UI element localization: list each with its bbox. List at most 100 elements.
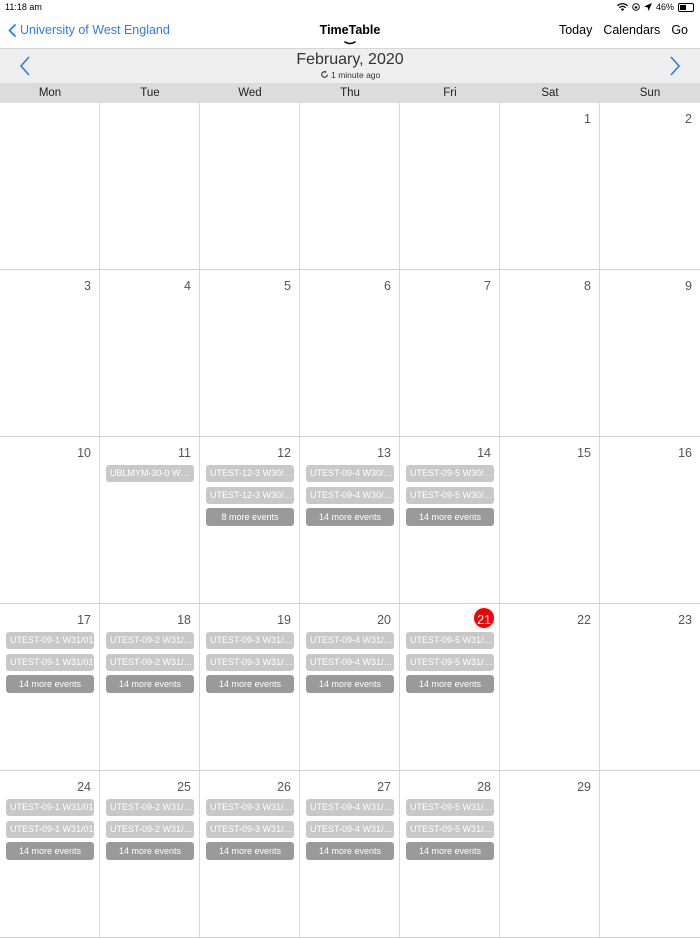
empty-day-cell[interactable] [300, 103, 400, 269]
event-chip[interactable]: UTEST-09-3 W31/… [206, 821, 294, 838]
event-chip[interactable]: UTEST-09-3 W31/… [206, 799, 294, 816]
day-cell-22[interactable]: 22 [500, 604, 600, 770]
more-events-button[interactable]: 14 more events [106, 675, 194, 693]
sync-label: 1 minute ago [331, 70, 381, 80]
nav-title: TimeTable [319, 23, 381, 37]
day-cell-13[interactable]: 13 UTEST-09-4 W30/… UTEST-09-4 W30/… 14 mor… [300, 437, 400, 603]
day-number: 29 [577, 780, 591, 794]
event-chip[interactable]: UTEST-09-5 W31/… [406, 632, 494, 649]
event-chip[interactable]: UTEST-09-4 W30/… [306, 487, 394, 504]
event-chip[interactable]: UTEST-09-4 W31/… [306, 799, 394, 816]
day-cell-15[interactable]: 15 [500, 437, 600, 603]
more-events-button[interactable]: 14 more events [206, 842, 294, 860]
empty-day-cell[interactable] [400, 103, 500, 269]
chevron-left-icon [8, 23, 16, 37]
day-cell-25[interactable]: 25 UTEST-09-2 W31/… UTEST-09-2 W31/… 14 mor… [100, 771, 200, 937]
more-events-button[interactable]: 14 more events [406, 842, 494, 860]
day-cell-19[interactable]: 19 UTEST-09-3 W31/… UTEST-09-3 W31/… 14 mor… [200, 604, 300, 770]
day-cell-1[interactable]: 1 [500, 103, 600, 269]
event-chip[interactable]: UTEST-12-3 W30/… [206, 487, 294, 504]
weekday-tue: Tue [140, 87, 160, 99]
event-chip[interactable]: UTEST-09-5 W30/… [406, 487, 494, 504]
event-chip[interactable]: UTEST-09-2 W31/… [106, 654, 194, 671]
event-chip[interactable]: UTEST-09-5 W31/… [406, 799, 494, 816]
day-cell-14[interactable]: 14 UTEST-09-5 W30/… UTEST-09-5 W30/… 14 mor… [400, 437, 500, 603]
day-cell-9[interactable]: 9 [600, 270, 700, 436]
day-cell-11[interactable]: 11 UBLMYM-30-0 W… [100, 437, 200, 603]
day-cell-16[interactable]: 16 [600, 437, 700, 603]
day-cell-7[interactable]: 7 [400, 270, 500, 436]
month-grid: 1 2 3 4 5 6 7 8 9 10 11 UBLMYM-30-0 W… 12 UTEST-12-3 … [0, 103, 700, 938]
navigation-bar: University of West England TimeTable Tod… [0, 14, 700, 48]
day-cell-10[interactable]: 10 [0, 437, 100, 603]
day-cell-2[interactable]: 2 [600, 103, 700, 269]
wifi-icon [616, 3, 628, 11]
more-events-button[interactable]: 14 more events [406, 508, 494, 526]
more-events-button[interactable]: 14 more events [6, 842, 94, 860]
more-events-button[interactable]: 14 more events [306, 508, 394, 526]
event-chip[interactable]: UTEST-09-1 W31/01 [6, 821, 94, 838]
day-cell-3[interactable]: 3 [0, 270, 100, 436]
day-number: 4 [184, 279, 191, 293]
event-chip[interactable]: UTEST-09-2 W31/… [106, 632, 194, 649]
event-chip[interactable]: UTEST-09-1 W31/01 [6, 654, 94, 671]
day-cell-29[interactable]: 29 [500, 771, 600, 937]
back-button[interactable]: University of West England [8, 23, 170, 37]
day-cell-24[interactable]: 24 UTEST-09-1 W31/01 UTEST-09-1 W31/01 14 m… [0, 771, 100, 937]
day-cell-4[interactable]: 4 [100, 270, 200, 436]
day-cell-20[interactable]: 20 UTEST-09-4 W31/… UTEST-09-4 W31/… 14 mor… [300, 604, 400, 770]
go-button[interactable]: Go [671, 23, 688, 37]
month-header: February, 2020 1 minute ago [0, 48, 700, 84]
chevron-down-icon [344, 41, 356, 45]
day-number: 17 [77, 613, 91, 627]
day-cell-8[interactable]: 8 [500, 270, 600, 436]
event-chip[interactable]: UTEST-09-5 W30/… [406, 465, 494, 482]
day-cell-17[interactable]: 17 UTEST-09-1 W31/01 UTEST-09-1 W31/01 14 m… [0, 604, 100, 770]
day-cell-21[interactable]: 21 UTEST-09-5 W31/… UTEST-09-5 W31/… 14 mor… [400, 604, 500, 770]
more-events-button[interactable]: 8 more events [206, 508, 294, 526]
week-row: 12 [0, 103, 700, 270]
next-month-arrow-icon[interactable] [663, 55, 685, 77]
event-chip[interactable]: UTEST-09-3 W31/… [206, 654, 294, 671]
event-chip[interactable]: UTEST-09-4 W31/… [306, 632, 394, 649]
day-number: 16 [678, 446, 692, 460]
day-cell-12[interactable]: 12 UTEST-12-3 W30/… UTEST-12-3 W30/… 8 more… [200, 437, 300, 603]
event-chip[interactable]: UTEST-09-2 W31/… [106, 799, 194, 816]
empty-day-cell[interactable] [200, 103, 300, 269]
empty-day-cell[interactable] [600, 771, 700, 937]
event-chip[interactable]: UTEST-09-4 W30/… [306, 465, 394, 482]
event-chip[interactable]: UTEST-09-1 W31/01 [6, 799, 94, 816]
day-cell-26[interactable]: 26 UTEST-09-3 W31/… UTEST-09-3 W31/… 14 mor… [200, 771, 300, 937]
empty-day-cell[interactable] [0, 103, 100, 269]
empty-day-cell[interactable] [100, 103, 200, 269]
title-menu[interactable]: TimeTable [300, 14, 400, 48]
week-row: 10 11 UBLMYM-30-0 W… 12 UTEST-12-3 W30/… UTES… [0, 437, 700, 604]
status-right: 46% [616, 2, 694, 12]
day-cell-27[interactable]: 27 UTEST-09-4 W31/… UTEST-09-4 W31/… 14 mor… [300, 771, 400, 937]
day-cell-28[interactable]: 28 UTEST-09-5 W31/… UTEST-09-5 W31/… 14 mor… [400, 771, 500, 937]
calendars-button[interactable]: Calendars [603, 23, 660, 37]
today-button[interactable]: Today [559, 23, 592, 37]
more-events-button[interactable]: 14 more events [406, 675, 494, 693]
day-number: 14 [477, 446, 491, 460]
day-cell-18[interactable]: 18 UTEST-09-2 W31/… UTEST-09-2 W31/… 14 mor… [100, 604, 200, 770]
battery-percent: 46% [655, 2, 674, 12]
more-events-button[interactable]: 14 more events [306, 675, 394, 693]
event-chip[interactable]: UTEST-09-5 W31/… [406, 821, 494, 838]
more-events-button[interactable]: 14 more events [106, 842, 194, 860]
event-chip[interactable]: UTEST-09-3 W31/… [206, 632, 294, 649]
day-number: 11 [178, 446, 191, 460]
event-chip[interactable]: UTEST-12-3 W30/… [206, 465, 294, 482]
event-chip[interactable]: UBLMYM-30-0 W… [106, 465, 194, 482]
more-events-button[interactable]: 14 more events [206, 675, 294, 693]
day-cell-6[interactable]: 6 [300, 270, 400, 436]
event-chip[interactable]: UTEST-09-4 W31/… [306, 821, 394, 838]
event-chip[interactable]: UTEST-09-4 W31/… [306, 654, 394, 671]
day-cell-23[interactable]: 23 [600, 604, 700, 770]
more-events-button[interactable]: 14 more events [306, 842, 394, 860]
event-chip[interactable]: UTEST-09-5 W31/… [406, 654, 494, 671]
day-cell-5[interactable]: 5 [200, 270, 300, 436]
event-chip[interactable]: UTEST-09-1 W31/01 [6, 632, 94, 649]
more-events-button[interactable]: 14 more events [6, 675, 94, 693]
event-chip[interactable]: UTEST-09-2 W31/… [106, 821, 194, 838]
